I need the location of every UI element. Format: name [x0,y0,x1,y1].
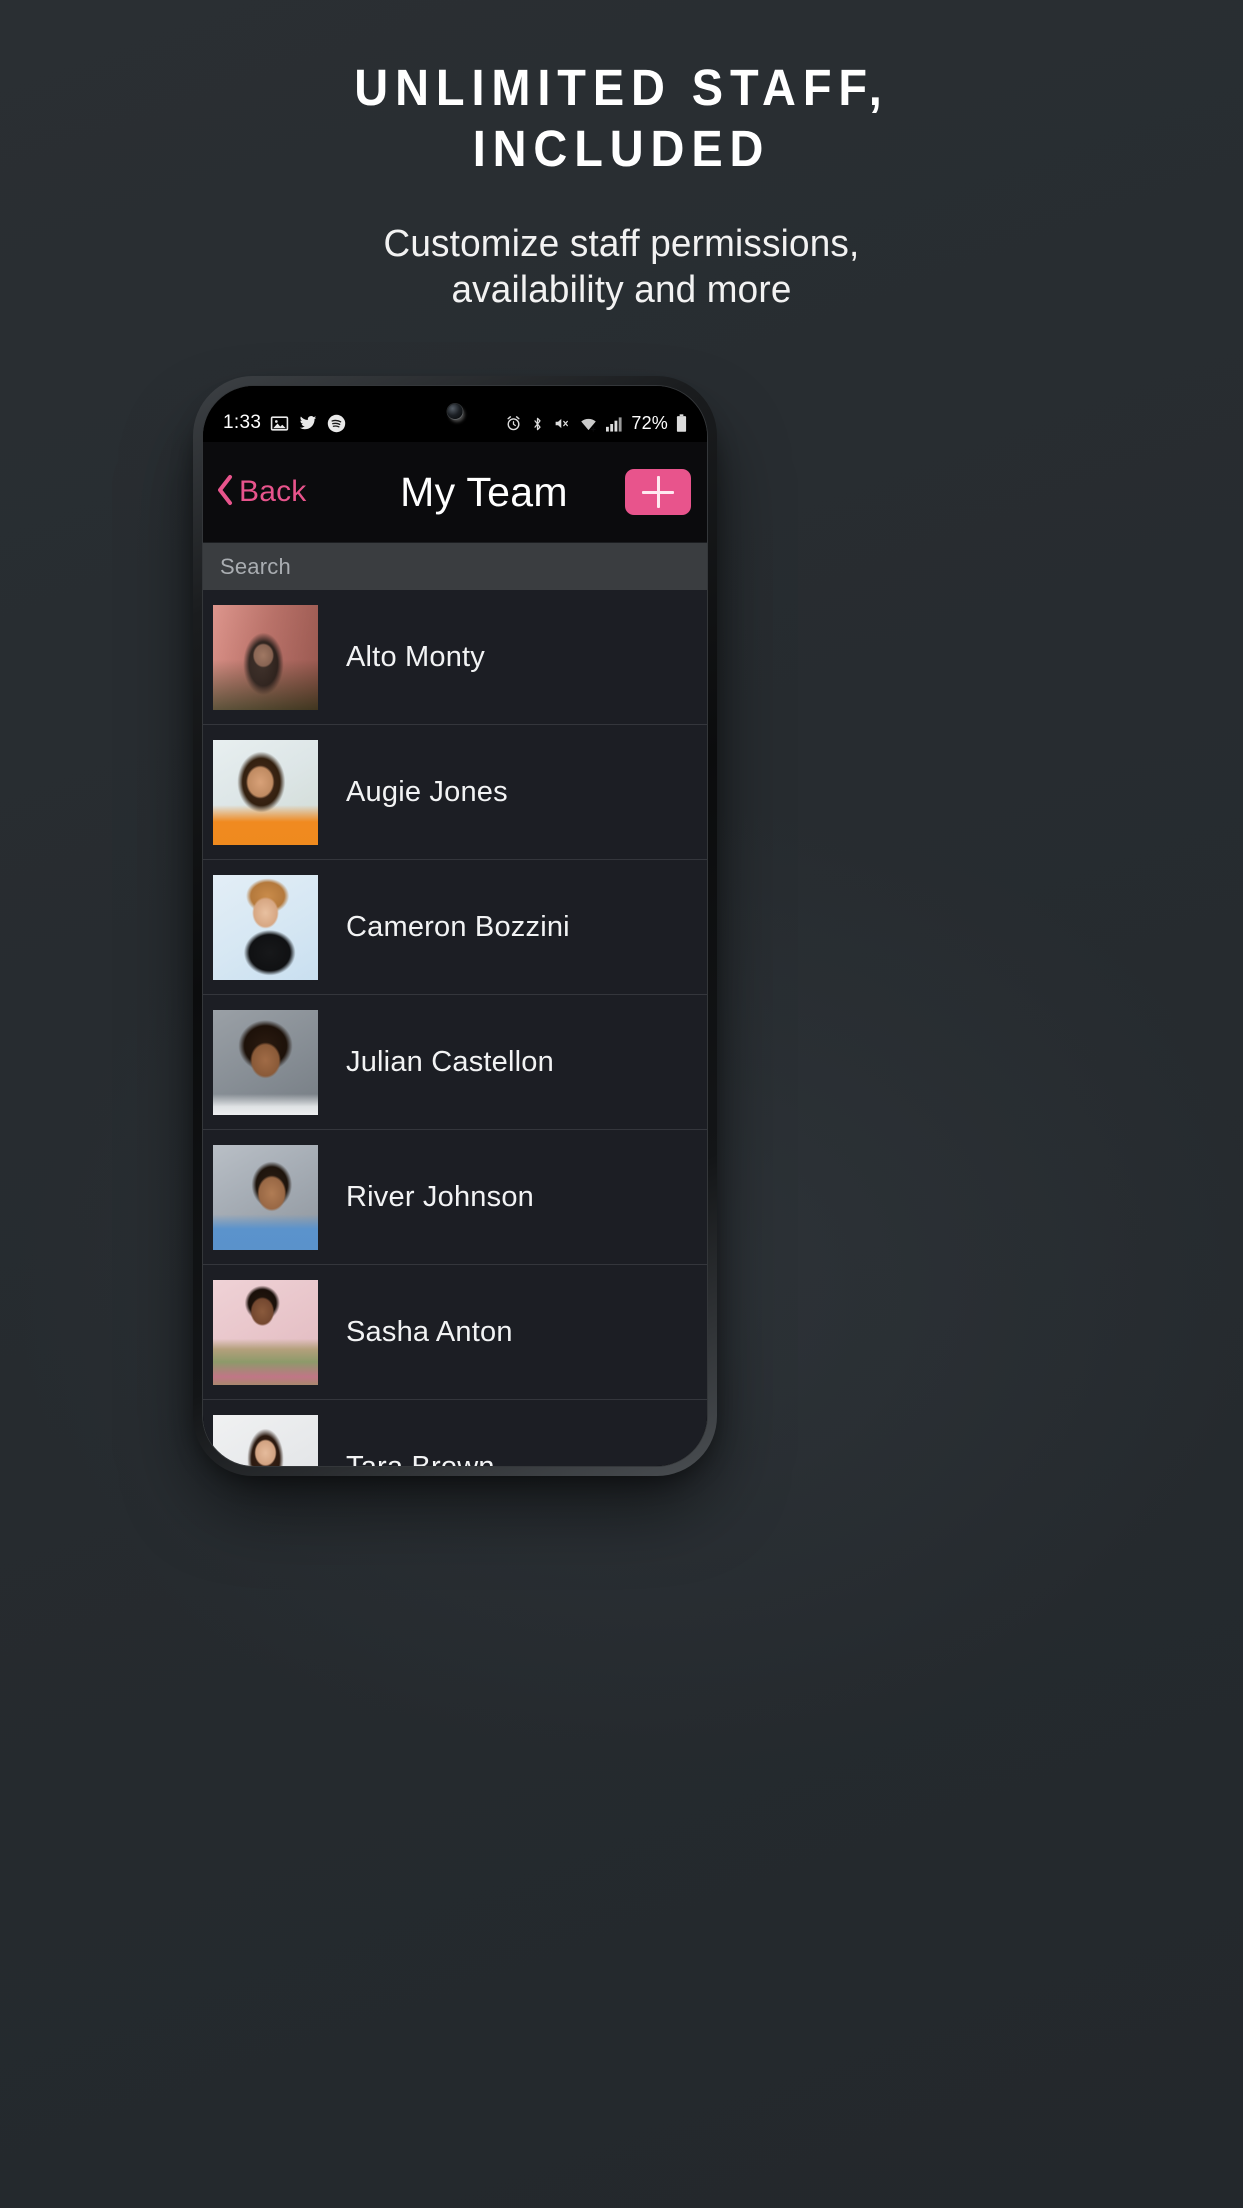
signal-icon [606,416,623,432]
status-bar-right: 72% [505,413,687,434]
phone-screen: 1:33 72% Back My Team Search Alto Monty … [203,386,707,1466]
table-row[interactable]: Tara Brown [203,1400,707,1466]
phone-bezel: 1:33 72% Back My Team Search Alto Monty … [202,385,708,1467]
avatar [213,1144,318,1250]
back-button[interactable]: Back [215,474,343,511]
promo-subtitle-line-1: Customize staff permissions, [383,223,860,265]
member-name: Cameron Bozzini [346,910,570,943]
avatar [213,1415,318,1466]
plus-icon [642,476,674,508]
alarm-icon [505,415,522,432]
mute-icon [553,415,571,432]
page-title: My Team [400,468,568,515]
promo-title-line-2: INCLUDED [472,120,771,177]
search-bar[interactable] [203,542,707,590]
promo-title-line-1: UNLIMITED STAFF, [354,59,889,116]
member-name: Sasha Anton [346,1315,513,1348]
table-row[interactable]: River Johnson [203,1130,707,1265]
avatar [213,874,318,980]
bluetooth-icon [530,415,545,433]
member-name: Alto Monty [346,640,485,673]
search-input[interactable] [220,553,707,580]
table-row[interactable]: Alto Monty [203,590,707,725]
member-name: River Johnson [346,1180,534,1213]
table-row[interactable]: Augie Jones [203,725,707,860]
phone-mockup: 1:33 72% Back My Team Search Alto Monty … [193,376,717,1476]
avatar [213,604,318,710]
twitter-icon [298,414,318,432]
avatar [213,1009,318,1115]
back-button-label: Back [239,475,307,508]
member-name: Tara Brown [346,1451,495,1466]
member-name: Augie Jones [346,775,508,808]
promo-subtitle-line-2: availability and more [451,268,792,311]
spotify-icon [327,414,346,433]
status-bar-left: 1:33 [223,412,346,434]
wifi-icon [579,416,598,432]
avatar [213,1279,318,1385]
promo-subtitle: Customize staff permissions, availabilit… [19,222,1225,313]
promo-header: UNLIMITED STAFF, INCLUDED Customize staf… [0,0,1243,313]
table-row[interactable]: Cameron Bozzini [203,860,707,995]
add-member-button[interactable] [625,469,691,515]
front-camera-icon [447,404,463,419]
status-time: 1:33 [223,412,262,433]
chevron-left-icon [215,474,235,511]
navigation-bar: Back My Team [203,442,707,542]
table-row[interactable]: Sasha Anton [203,1265,707,1400]
battery-icon [676,414,687,433]
photo-icon [270,414,289,433]
team-member-list: Alto Monty Augie Jones Cameron Bozzini J… [203,590,707,1466]
promo-title: UNLIMITED STAFF, INCLUDED [50,62,1194,174]
battery-percent: 72% [631,413,668,433]
member-name: Julian Castellon [346,1045,554,1078]
table-row[interactable]: Julian Castellon [203,995,707,1130]
avatar [213,739,318,845]
